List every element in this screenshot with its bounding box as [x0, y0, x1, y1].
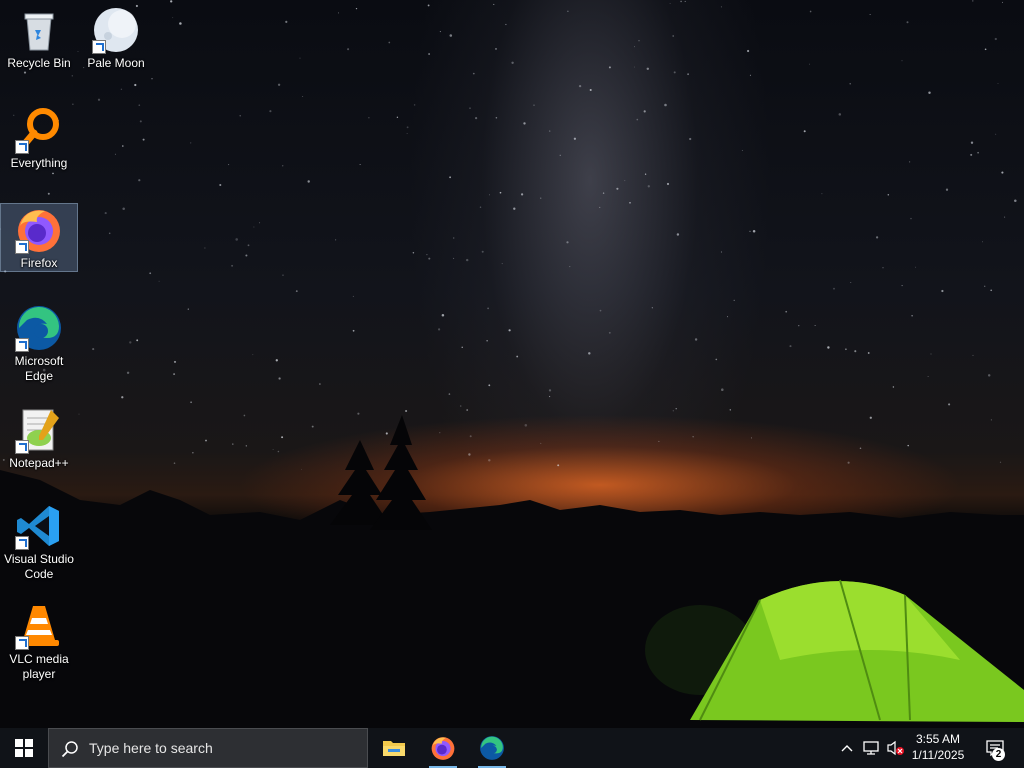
taskbar-firefox[interactable]	[419, 728, 467, 768]
desktop-icon-label: Everything	[10, 156, 68, 170]
desktop-icon-recycle-bin[interactable]: Recycle Bin	[1, 4, 77, 76]
notepad-plus-plus-icon	[15, 406, 63, 454]
taskbar-search-box[interactable]: Type here to search	[48, 728, 368, 768]
desktop-icon-firefox[interactable]: Firefox	[0, 203, 78, 272]
network-status-button[interactable]	[859, 728, 883, 768]
vlc-icon	[15, 602, 63, 650]
taskbar-file-explorer[interactable]	[370, 728, 418, 768]
search-placeholder: Type here to search	[89, 740, 213, 756]
everything-search-icon	[15, 106, 63, 154]
shortcut-arrow-icon	[15, 140, 29, 154]
shortcut-arrow-icon	[15, 440, 29, 454]
firefox-icon	[15, 206, 63, 254]
pale-moon-icon	[92, 6, 140, 54]
desktop-icon-label: Pale Moon	[87, 56, 145, 70]
desktop-icon-label: Visual Studio Code	[4, 552, 74, 581]
desktop-icon-notepad-plus-plus[interactable]: Notepad++	[1, 404, 77, 476]
desktop-icon-pale-moon[interactable]: Pale Moon	[78, 4, 154, 76]
desktop-icon-vlc-media-player[interactable]: VLC media player	[1, 600, 77, 684]
desktop-icon-everything[interactable]: Everything	[1, 104, 77, 176]
shortcut-arrow-icon	[92, 40, 106, 54]
system-clock[interactable]: 3:55 AM 1/11/2025	[904, 731, 972, 763]
volume-button[interactable]	[884, 728, 906, 768]
show-hidden-icons-button[interactable]	[836, 728, 858, 768]
desktop-icon-label: Recycle Bin	[7, 56, 71, 70]
search-icon	[61, 741, 78, 758]
shortcut-arrow-icon	[15, 338, 29, 352]
desktop-icon-label: Notepad++	[9, 456, 69, 470]
windows-logo-icon	[15, 739, 33, 757]
desktop-icon-visual-studio-code[interactable]: Visual Studio Code	[1, 500, 77, 584]
notification-count-badge: 2	[992, 748, 1005, 761]
recycle-bin-icon	[15, 6, 63, 54]
edge-icon	[480, 736, 504, 760]
clock-time: 3:55 AM	[915, 732, 961, 746]
firefox-icon	[431, 737, 455, 760]
shortcut-arrow-icon	[15, 636, 29, 650]
desktop-icon-label: Firefox	[20, 256, 58, 270]
network-icon	[863, 741, 879, 755]
taskbar-microsoft-edge[interactable]	[468, 728, 516, 768]
taskbar: Type here to search 3:55 AM 1/11/2025	[0, 728, 1024, 768]
desktop-wallpaper	[0, 0, 1024, 728]
volume-muted-icon	[887, 740, 904, 756]
chevron-up-icon	[841, 745, 853, 752]
desktop-icon-label: VLC media player	[9, 652, 69, 681]
shortcut-arrow-icon	[15, 240, 29, 254]
start-button[interactable]	[0, 728, 48, 768]
shortcut-arrow-icon	[15, 536, 29, 550]
vscode-icon	[15, 502, 63, 550]
edge-icon	[15, 304, 63, 352]
file-explorer-icon	[383, 741, 405, 756]
desktop-icon-microsoft-edge[interactable]: Microsoft Edge	[1, 302, 77, 386]
clock-date: 1/11/2025	[911, 748, 965, 762]
desktop-icon-label: Microsoft Edge	[14, 354, 64, 383]
